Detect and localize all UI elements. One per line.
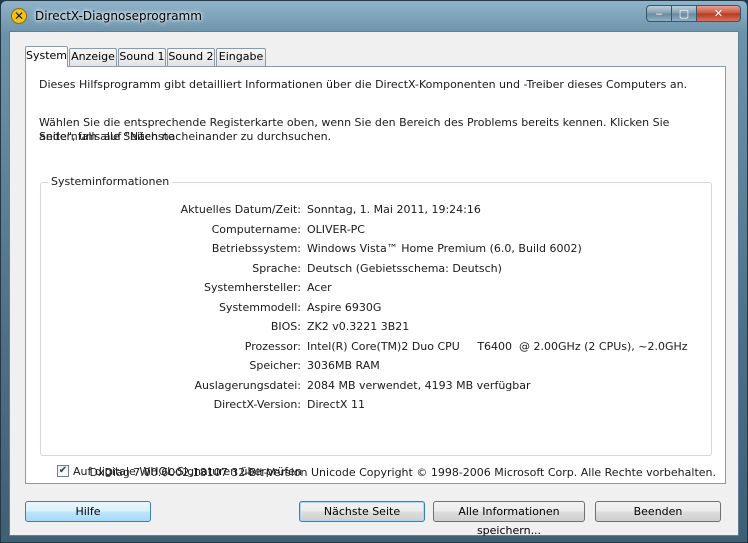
minimize-button[interactable]: ‒: [646, 5, 672, 22]
tab-sound-1[interactable]: Sound 1: [118, 48, 166, 66]
info-row-os: Betriebssystem: Windows Vista™ Home Prem…: [41, 242, 713, 256]
dxdiag-window: ✕ DirectX-Diagnoseprogramm ‒ ▢ ✕ System …: [0, 0, 748, 543]
info-value: Windows Vista™ Home Premium (6.0, Build …: [307, 242, 582, 255]
instructions-line-2: Seite", um alle Seiten nacheinander zu d…: [39, 130, 332, 143]
save-all-info-button[interactable]: Alle Informationen speichern...: [433, 501, 585, 537]
info-row-pagefile: Auslagerungsdatei: 2084 MB verwendet, 41…: [41, 379, 713, 393]
info-label: BIOS:: [270, 320, 301, 333]
info-label: Sprache:: [252, 261, 301, 275]
info-value: Intel(R) Core(TM)2 Duo CPU T6400 @ 2.00G…: [307, 339, 688, 353]
info-label: Prozessor:: [244, 339, 301, 353]
info-value: Deutsch (Gebietsschema: Deutsch): [307, 261, 502, 275]
info-label: DirectX-Version:: [213, 398, 301, 411]
info-row-model: Systemmodell: Aspire 6930G: [41, 301, 713, 315]
title-bar[interactable]: ✕ DirectX-Diagnoseprogramm ‒ ▢ ✕: [1, 1, 747, 31]
info-row-bios: BIOS: ZK2 v0.3221 3B21: [41, 320, 713, 334]
info-row-datetime: Aktuelles Datum/Zeit: Sonntag, 1. Mai 20…: [41, 203, 713, 217]
info-row-computername: Computername: OLIVER-PC: [41, 223, 713, 237]
close-icon: ✕: [713, 7, 724, 20]
info-value: 2084 MB verwendet, 4193 MB verfügbar: [307, 378, 531, 392]
system-info-group-title: Systeminformationen: [48, 175, 173, 188]
info-label: Speicher:: [249, 359, 301, 372]
info-value: Acer: [307, 281, 332, 294]
info-label: Aktuelles Datum/Zeit:: [180, 203, 301, 216]
info-value: 3036MB RAM: [307, 359, 380, 372]
maximize-icon: ▢: [678, 7, 690, 20]
info-label: Computername:: [211, 222, 301, 236]
window-title: DirectX-Diagnoseprogramm: [35, 9, 202, 23]
info-value: Sonntag, 1. Mai 2011, 19:24:16: [307, 203, 481, 216]
tab-sound-2[interactable]: Sound 2: [167, 48, 215, 66]
info-value: ZK2 v0.3221 3B21: [307, 320, 410, 333]
info-label: Betriebssystem:: [211, 242, 301, 255]
info-label: Systemhersteller:: [203, 281, 301, 294]
info-row-language: Sprache: Deutsch (Gebietsschema: Deutsch…: [41, 262, 713, 276]
next-page-button[interactable]: Nächste Seite: [299, 501, 425, 522]
tab-eingabe[interactable]: Eingabe: [216, 48, 266, 66]
info-row-manufacturer: Systemhersteller: Acer: [41, 281, 713, 295]
info-row-processor: Prozessor: Intel(R) Core(TM)2 Duo CPU T6…: [41, 340, 713, 354]
copyright-footer: DxDiag 7.00.6002.18107 32-Bit-Version Un…: [89, 466, 716, 479]
minimize-icon: ‒: [655, 7, 663, 20]
info-row-memory: Speicher: 3036MB RAM: [41, 359, 713, 373]
info-value: DirectX 11: [307, 398, 365, 411]
intro-text: Dieses Hilfsprogramm gibt detailliert In…: [39, 78, 688, 91]
help-button[interactable]: Hilfe: [25, 501, 151, 522]
system-tab-panel: Dieses Hilfsprogramm gibt detailliert In…: [25, 66, 726, 484]
tab-system[interactable]: System: [25, 46, 68, 67]
exit-button[interactable]: Beenden: [595, 501, 721, 522]
system-info-group: Systeminformationen Aktuelles Datum/Zeit…: [40, 175, 713, 456]
info-value: Aspire 6930G: [307, 300, 382, 314]
dialog-client-area: System Anzeige Sound 1 Sound 2 Eingabe D…: [9, 31, 739, 537]
maximize-button[interactable]: ▢: [671, 5, 697, 22]
tab-anzeige[interactable]: Anzeige: [69, 48, 117, 66]
directx-app-icon: ✕: [11, 8, 27, 24]
close-button[interactable]: ✕: [696, 5, 741, 22]
info-label: Systemmodell:: [218, 300, 301, 314]
info-label: Auslagerungsdatei:: [194, 378, 301, 392]
info-value: OLIVER-PC: [307, 222, 365, 236]
info-row-directx-version: DirectX-Version: DirectX 11: [41, 398, 713, 412]
